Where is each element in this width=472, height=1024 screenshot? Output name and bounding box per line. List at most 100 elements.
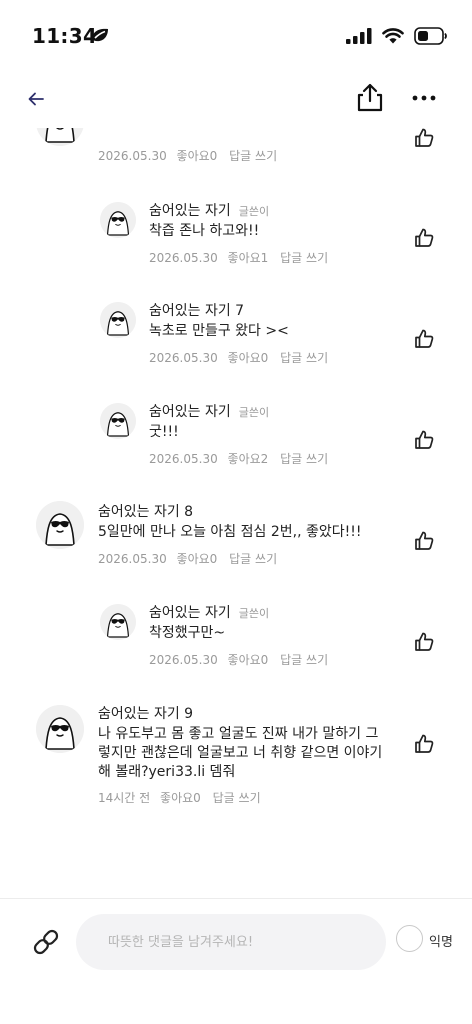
app-header <box>0 70 472 128</box>
like-count: 좋아요0 <box>176 149 218 163</box>
reply-link[interactable]: 답글 쓰기 <box>213 791 261 805</box>
comment-composer: 익명 <box>0 898 472 1024</box>
comment-text: 착즙 존나 하고와!! <box>149 223 260 239</box>
status-time: 11:34 <box>32 24 98 48</box>
avatar <box>100 302 136 338</box>
ghost-avatar-icon <box>36 128 84 146</box>
more-options-button[interactable] <box>410 87 438 109</box>
comment-text: 녹초로 만들구 왔다 >< <box>149 323 289 339</box>
author-badge: 글쓴이 <box>238 406 270 419</box>
ghost-avatar-icon <box>36 501 84 549</box>
comment-text-line: 렇지만 괜찮은데 얼굴보고 너 취향 같으면 이야기 <box>98 745 383 761</box>
like-button[interactable] <box>412 226 436 250</box>
avatar <box>36 501 84 549</box>
comment-author: 숨어있는 자기 글쓴이 <box>149 401 269 421</box>
comment-input[interactable] <box>76 914 386 970</box>
comment-text-line: 해 볼래?yeri33.li 뎀줘 <box>98 764 236 780</box>
author-badge: 글쓴이 <box>238 607 270 620</box>
anonymous-label: 익명 <box>429 935 453 950</box>
avatar <box>100 202 136 238</box>
comment-feed[interactable]: 2026.05.30 좋아요0 답글 쓰기 숨어있는 자기 글쓴이 착즙 존나 하… <box>0 128 472 898</box>
comment-meta: 2026.05.30 좋아요0 답글 쓰기 <box>149 651 334 668</box>
author-badge: 글쓴이 <box>238 205 270 218</box>
like-button[interactable] <box>412 428 436 452</box>
comment-meta: 2026.05.30 좋아요0 답글 쓰기 <box>98 147 283 164</box>
wifi-icon <box>382 28 404 48</box>
author-name: 숨어있는 자기 <box>149 605 231 621</box>
reply-link[interactable]: 답글 쓰기 <box>280 251 328 265</box>
comment-text: 굿!!! <box>149 424 179 440</box>
comment-author: 숨어있는 자기 9 <box>98 703 193 723</box>
comment-author: 숨어있는 자기 글쓴이 <box>149 200 269 220</box>
reply-link[interactable]: 답글 쓰기 <box>280 351 328 365</box>
ghost-avatar-icon <box>100 202 136 238</box>
like-count: 좋아요0 <box>227 351 269 365</box>
share-button[interactable] <box>354 82 386 114</box>
comment-item: 숨어있는 자기 8 5일만에 만나 오늘 아침 점심 2번,, 좋았다!!! 2… <box>0 501 472 573</box>
comment-date: 2026.05.30 <box>98 552 167 566</box>
avatar <box>36 128 84 146</box>
comment-text-line: 나 유도부고 몸 좋고 얼굴도 진짜 내가 말하기 그 <box>98 726 379 742</box>
like-button[interactable] <box>412 327 436 351</box>
like-button[interactable] <box>412 630 436 654</box>
comment-item: 2026.05.30 좋아요0 답글 쓰기 <box>0 128 472 164</box>
thumbs-up-icon <box>415 430 434 449</box>
like-button[interactable] <box>412 128 436 150</box>
author-name: 숨어있는 자기 7 <box>149 303 245 319</box>
reply-item: 숨어있는 자기 글쓴이 착즙 존나 하고와!! 2026.05.30 좋아요1 답… <box>0 200 472 272</box>
reply-link[interactable]: 답글 쓰기 <box>280 653 328 667</box>
avatar <box>100 403 136 439</box>
like-count: 좋아요0 <box>227 653 269 667</box>
anonymous-checkbox[interactable] <box>396 925 423 952</box>
reply-link[interactable]: 답글 쓰기 <box>229 552 277 566</box>
comment-meta: 2026.05.30 좋아요0 답글 쓰기 <box>149 349 334 366</box>
arrow-left-icon <box>28 92 44 106</box>
like-count: 좋아요1 <box>227 251 269 265</box>
comment-date: 14시간 전 <box>98 791 151 805</box>
comment-author: 숨어있는 자기 7 <box>149 300 244 320</box>
ghost-avatar-icon <box>36 705 84 753</box>
author-name: 숨어있는 자기 <box>149 404 231 420</box>
thumbs-up-icon <box>415 734 434 753</box>
comment-item: 숨어있는 자기 9 나 유도부고 몸 좋고 얼굴도 진짜 내가 말하기 그 렇지… <box>0 703 472 813</box>
comment-date: 2026.05.30 <box>149 351 218 365</box>
thumbs-up-icon <box>415 531 434 550</box>
reply-link[interactable]: 답글 쓰기 <box>229 149 277 163</box>
reply-item: 숨어있는 자기 7 녹초로 만들구 왔다 >< 2026.05.30 좋아요0 … <box>0 300 472 372</box>
comment-date: 2026.05.30 <box>98 149 167 163</box>
author-name: 숨어있는 자기 9 <box>98 706 194 722</box>
like-button[interactable] <box>412 732 436 756</box>
comment-date: 2026.05.30 <box>149 251 218 265</box>
ghost-avatar-icon <box>100 403 136 439</box>
comment-date: 2026.05.30 <box>149 452 218 466</box>
reply-link[interactable]: 답글 쓰기 <box>280 452 328 466</box>
avatar <box>100 604 136 640</box>
ghost-avatar-icon <box>100 302 136 338</box>
thumbs-up-icon <box>415 228 434 247</box>
comment-meta: 14시간 전 좋아요0 답글 쓰기 <box>98 789 267 806</box>
like-count: 좋아요2 <box>227 452 269 466</box>
signal-icon <box>346 28 372 48</box>
leaf-icon <box>90 27 110 47</box>
thumbs-up-icon <box>415 632 434 651</box>
thumbs-up-icon <box>415 329 434 348</box>
comment-date: 2026.05.30 <box>149 653 218 667</box>
author-name: 숨어있는 자기 8 <box>98 504 194 520</box>
comment-author: 숨어있는 자기 8 <box>98 501 193 521</box>
comment-author: 숨어있는 자기 글쓴이 <box>149 602 269 622</box>
share-icon <box>357 83 383 112</box>
comment-meta: 2026.05.30 좋아요1 답글 쓰기 <box>149 249 334 266</box>
avatar <box>36 705 84 753</box>
attach-link-button[interactable] <box>30 926 62 958</box>
comment-text: 착정했구만~ <box>149 625 226 641</box>
author-name: 숨어있는 자기 <box>149 203 231 219</box>
battery-icon <box>414 27 448 49</box>
like-count: 좋아요0 <box>160 791 201 805</box>
link-icon <box>33 929 59 955</box>
back-button[interactable] <box>22 86 50 112</box>
thumbs-up-icon <box>415 128 434 147</box>
comment-text: 5일만에 만나 오늘 아침 점심 2번,, 좋았다!!! <box>98 524 362 540</box>
reply-item: 숨어있는 자기 글쓴이 착정했구만~ 2026.05.30 좋아요0 답글 쓰기 <box>0 602 472 674</box>
like-button[interactable] <box>412 529 436 553</box>
more-horizontal-icon <box>412 95 436 101</box>
